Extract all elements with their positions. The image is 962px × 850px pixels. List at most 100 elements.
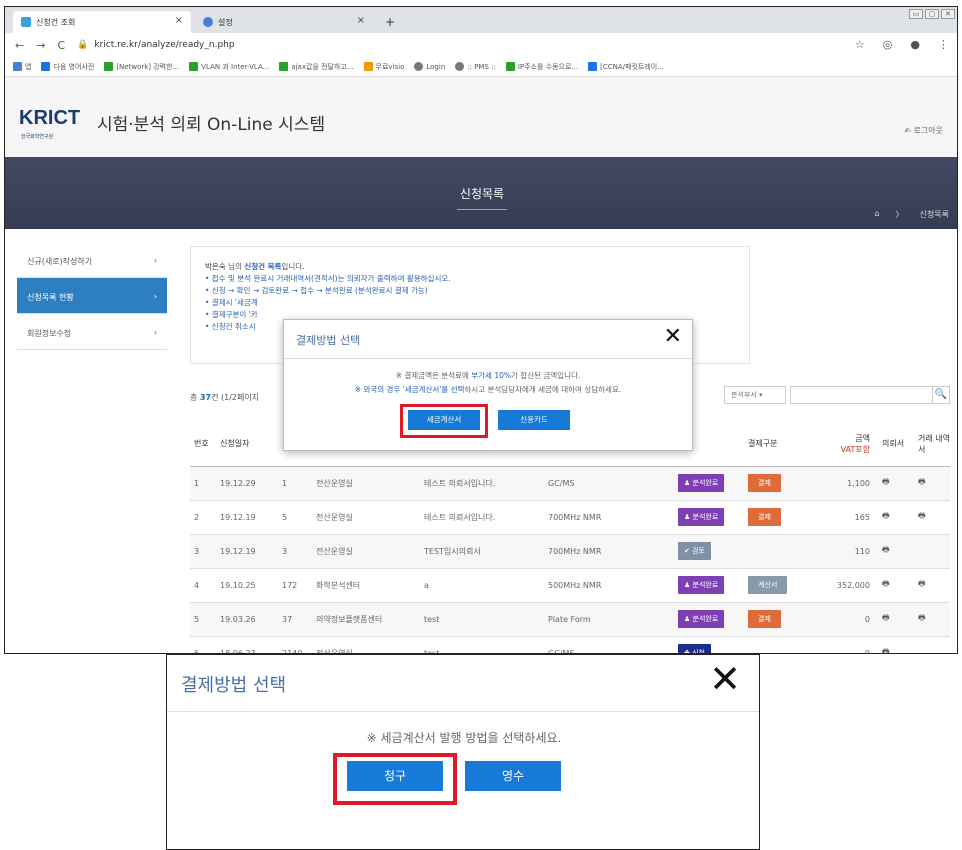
- print-icon[interactable]: 🖶: [882, 579, 890, 588]
- tab-application-list[interactable]: 신청건 조회 ×: [13, 11, 191, 33]
- search-icon[interactable]: 🔍: [932, 386, 950, 404]
- modal-title: 결제방법 선택: [181, 675, 287, 696]
- title-underline: [457, 209, 507, 210]
- sidebar-item-list[interactable]: 신청목록 현황 ›: [17, 278, 167, 314]
- status-badge[interactable]: ✔ 검토: [678, 542, 711, 560]
- payment-badge[interactable]: 결제: [748, 610, 781, 628]
- reload-icon[interactable]: C: [57, 39, 65, 52]
- credit-card-button[interactable]: 신용카드: [498, 410, 570, 430]
- payment-badge[interactable]: 계산서: [748, 576, 788, 594]
- forward-icon[interactable]: →: [36, 39, 45, 52]
- back-icon[interactable]: ←: [15, 39, 24, 52]
- bookmark-item[interactable]: 무료visio: [363, 62, 404, 72]
- new-tab-button[interactable]: +: [377, 11, 403, 33]
- home-icon[interactable]: ⌂: [874, 209, 879, 220]
- print-icon[interactable]: 🖶: [918, 613, 926, 622]
- row-title: 테스트 의뢰서입니다.: [420, 500, 544, 535]
- bookmark-item[interactable]: [Network] 강력한...: [104, 62, 179, 72]
- close-window-icon[interactable]: ✕: [941, 9, 955, 19]
- sidebar-item-profile[interactable]: 회원정보수정 ›: [17, 314, 167, 350]
- vat-notice: ※ 결제금액은 분석료에 부가세 10%가 합산된 금액입니다.: [395, 371, 581, 380]
- table-row[interactable]: 1 19.12.29 1 전산운영실 테스트 의뢰서입니다. GC/MS ♟ 분석완료 결제 1…: [190, 466, 950, 501]
- table-row[interactable]: 4 19.10.25 172 화학분석센터 a 500MHz NMR ♟ 분석완료 계산서 35…: [190, 568, 950, 603]
- modal-divider: [167, 711, 759, 712]
- payment-method-modal: 결제방법 선택 ✕ ※ 결제금액은 분석료에 부가세 10%가 합산된 금액입니…: [283, 319, 693, 451]
- row-date: 19.03.26: [216, 602, 278, 637]
- table-row[interactable]: 6 18.06.27 2140 전산운영실 test GC/MS ✚ 신청 0 🖶: [190, 636, 950, 653]
- account-icon[interactable]: ●: [910, 38, 920, 51]
- print-icon[interactable]: 🖶: [882, 647, 890, 653]
- col-no: 번호: [190, 422, 216, 467]
- table-row[interactable]: 2 19.12.19 5 전산운영실 테스트 의뢰서입니다. 700MHz NMR ♟ 분석…: [190, 500, 950, 535]
- bookmark-item[interactable]: 다음 영어사전: [41, 62, 94, 72]
- status-badge[interactable]: ✚ 신청: [678, 644, 711, 653]
- status-badge[interactable]: ♟ 분석완료: [678, 474, 725, 492]
- row-print: 🖶: [914, 602, 950, 637]
- row-print: 🖶: [914, 500, 950, 535]
- tab-bar: 신청건 조회 × 설정 × + ▭ ▢ ✕: [5, 7, 957, 33]
- breadcrumb-separator: 〉: [895, 210, 904, 219]
- bookmark-item[interactable]: [CCNA/패킷트레이...: [588, 62, 664, 72]
- bookmark-item[interactable]: VLAN 과 Inter-VLA...: [189, 62, 269, 72]
- row-org: 전산운영실: [312, 636, 420, 653]
- bookmark-apps[interactable]: 앱: [13, 62, 31, 72]
- status-badge[interactable]: ♟ 분석완료: [678, 508, 725, 526]
- minimize-icon[interactable]: ▭: [909, 9, 923, 19]
- bookmark-icon: [104, 62, 114, 71]
- close-icon[interactable]: ✕: [709, 657, 741, 701]
- department-select[interactable]: 분석부서 ▾: [724, 386, 786, 404]
- url-field[interactable]: 🔒 krict.re.kr/analyze/ready_n.php: [77, 40, 234, 50]
- sidebar-item-new[interactable]: 신규(새로)작성하기 ›: [17, 242, 167, 278]
- search-input[interactable]: [790, 386, 950, 404]
- chevron-right-icon: ›: [153, 328, 157, 337]
- col-request-form: 의뢰서: [878, 422, 914, 467]
- payment-badge[interactable]: 결제: [748, 474, 781, 492]
- row-title: test: [420, 636, 544, 653]
- close-tab-icon[interactable]: ×: [175, 15, 183, 26]
- row-date: 18.06.27: [216, 636, 278, 653]
- print-icon[interactable]: 🖶: [882, 545, 890, 554]
- maximize-icon[interactable]: ▢: [925, 9, 939, 19]
- sidebar: 신규(새로)작성하기 › 신청목록 현황 › 회원정보수정 ›: [17, 242, 167, 350]
- row-date: 19.10.25: [216, 568, 278, 603]
- row-amount: 0: [808, 602, 878, 637]
- window-controls: ▭ ▢ ✕: [909, 9, 955, 19]
- row-title: 테스트 의뢰서입니다.: [420, 466, 544, 501]
- page-title: 신청목록: [459, 187, 505, 201]
- close-icon[interactable]: ✕: [664, 324, 682, 349]
- status-badge[interactable]: ♟ 분석완료: [678, 576, 725, 594]
- camera-icon[interactable]: ◎: [883, 38, 893, 51]
- tab-settings[interactable]: 설정 ×: [195, 11, 373, 33]
- row-status: ♟ 분석완료: [674, 500, 744, 535]
- row-n: 37: [278, 602, 312, 637]
- bookmark-icon: [189, 62, 199, 71]
- table-row[interactable]: 3 19.12.19 3 전산운영실 TEST임시의뢰서 700MHz NMR ✔ 검토 11…: [190, 534, 950, 569]
- status-badge[interactable]: ♟ 분석완료: [678, 610, 725, 628]
- row-payment: 결제: [744, 602, 808, 637]
- logout-link[interactable]: ✍ 로그아웃: [904, 125, 943, 136]
- lock-icon: 🔒: [77, 40, 89, 50]
- row-no: 1: [190, 466, 216, 501]
- close-tab-icon[interactable]: ×: [357, 15, 365, 26]
- bookmark-item[interactable]: ajax값을 전달하고...: [279, 62, 354, 72]
- row-status: ♟ 분석완료: [674, 602, 744, 637]
- payment-badge[interactable]: 결제: [748, 508, 781, 526]
- col-transaction: 거래 내역서: [914, 422, 950, 467]
- print-icon[interactable]: 🖶: [882, 613, 890, 622]
- krict-logo[interactable]: KRICT: [19, 107, 80, 130]
- star-icon[interactable]: ☆: [855, 38, 865, 51]
- print-icon[interactable]: 🖶: [918, 511, 926, 520]
- print-icon[interactable]: 🖶: [918, 579, 926, 588]
- menu-icon[interactable]: ⋮: [938, 38, 949, 51]
- receipt-button[interactable]: 영수: [465, 761, 561, 791]
- bookmark-item[interactable]: IP주소를 수동으로...: [505, 62, 578, 72]
- print-icon[interactable]: 🖶: [882, 511, 890, 520]
- bookmark-item[interactable]: Login: [414, 62, 445, 71]
- globe-icon: [455, 62, 465, 71]
- bookmark-item[interactable]: :: PMS ::: [455, 62, 496, 71]
- print-icon[interactable]: 🖶: [882, 477, 890, 486]
- row-n: 2140: [278, 636, 312, 653]
- print-icon[interactable]: 🖶: [918, 477, 926, 486]
- table-row[interactable]: 5 19.03.26 37 의약정보플랫폼센터 test Plate Form ♟ 분석완료…: [190, 602, 950, 637]
- row-status: ♟ 분석완료: [674, 466, 744, 501]
